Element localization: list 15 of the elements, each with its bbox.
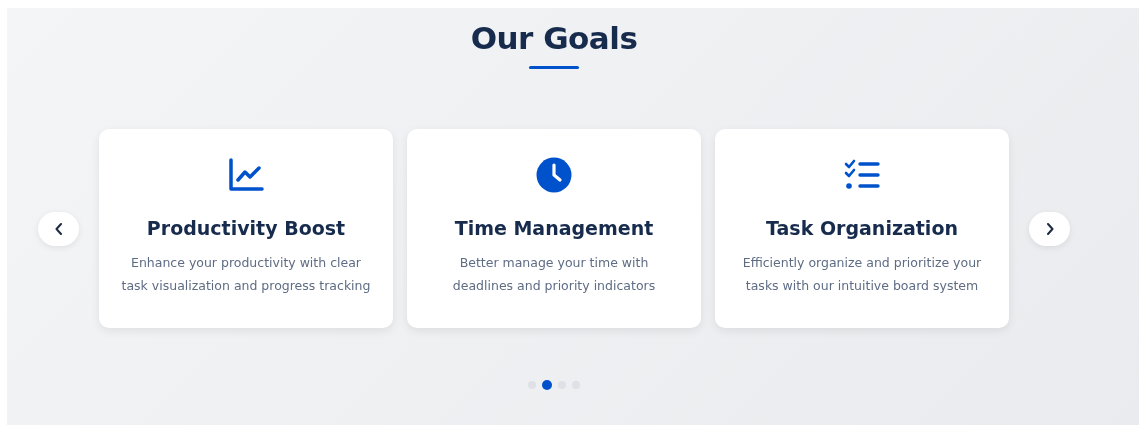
card-description: Better manage your time with deadlines and priority indicators (451, 254, 657, 295)
line-chart-icon (228, 157, 264, 193)
title-underline (529, 66, 579, 69)
card-description: Efficiently organize and prioritize your tasks with our intuitive board system (741, 254, 983, 295)
clock-icon (536, 157, 572, 193)
chevron-right-icon (1045, 222, 1054, 235)
section-title: Our Goals (470, 20, 638, 56)
pagination-dot[interactable] (542, 380, 552, 390)
card-description: Enhance your productivity with clear task visualization and progress tracking (121, 254, 371, 295)
card-title: Task Organization (766, 217, 958, 239)
next-button[interactable] (1029, 211, 1070, 246)
previous-button[interactable] (38, 211, 79, 246)
chevron-left-icon (54, 222, 63, 235)
card-title: Time Management (454, 217, 654, 239)
card-title: Productivity Boost (146, 217, 346, 239)
